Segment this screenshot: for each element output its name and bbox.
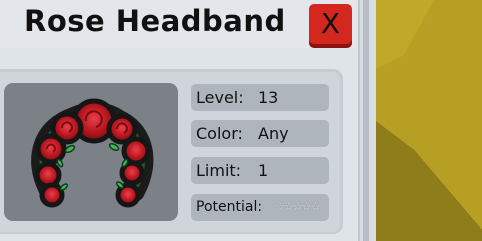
stat-label: Limit: [196,161,242,180]
stat-color: Color: Any [191,120,329,147]
scroll-thumb[interactable] [363,0,369,241]
game-scene-background [374,0,482,241]
game-viewport: Rose Headband X Level: 13 Color: Any Lim… [0,0,482,241]
stat-value: 1 [258,161,269,180]
stat-potential: Potential: ☆☆☆☆☆ [191,194,329,221]
rose-headband-icon [31,98,154,208]
item-title: Rose Headband [24,4,286,38]
yellow-block-shape [374,0,482,241]
title-bar: Rose Headband X [0,0,358,48]
item-info-panel: Rose Headband X Level: 13 Color: Any Lim… [0,0,358,241]
close-button[interactable]: X [309,4,352,44]
stat-value: 13 [258,88,279,107]
stat-level: Level: 13 [191,84,329,111]
stat-label: Level: [196,88,244,107]
potential-stars-icon: ☆☆☆☆☆ [275,200,320,213]
stat-value: Any [258,124,289,143]
close-icon: X [320,7,341,40]
item-preview-frame [4,83,178,221]
stat-label: Color: [196,124,243,143]
stat-limit: Limit: 1 [191,157,329,184]
stat-label: Potential: [196,199,263,215]
